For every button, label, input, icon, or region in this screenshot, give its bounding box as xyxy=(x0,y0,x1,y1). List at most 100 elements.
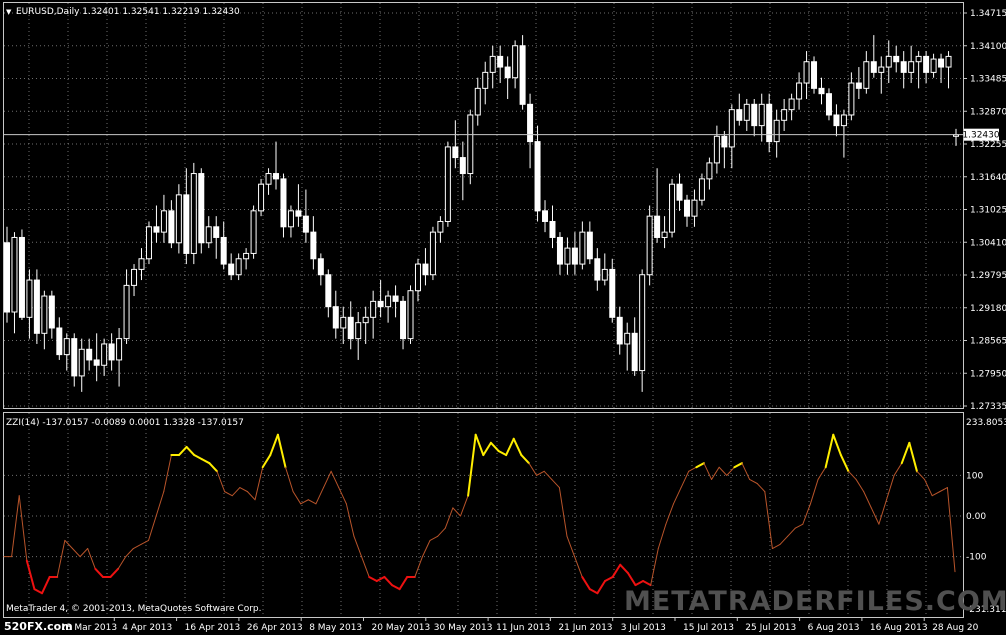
candle[interactable] xyxy=(482,61,489,105)
candle[interactable] xyxy=(56,317,63,360)
candle[interactable] xyxy=(414,258,421,302)
candle[interactable] xyxy=(400,296,407,350)
candle[interactable] xyxy=(542,200,549,233)
candle[interactable] xyxy=(504,56,511,100)
candle[interactable] xyxy=(452,120,459,169)
candle[interactable] xyxy=(953,128,959,146)
candle[interactable] xyxy=(205,216,212,249)
candle[interactable] xyxy=(527,93,534,169)
candle[interactable] xyxy=(168,200,175,249)
candle[interactable] xyxy=(609,258,616,323)
candle[interactable] xyxy=(123,269,130,344)
candle[interactable] xyxy=(295,184,302,227)
candle[interactable] xyxy=(265,168,272,195)
candle[interactable] xyxy=(833,104,840,137)
candle[interactable] xyxy=(332,290,339,339)
candle[interactable] xyxy=(459,141,466,201)
candle[interactable] xyxy=(444,141,451,227)
candle[interactable] xyxy=(198,168,205,254)
candle[interactable] xyxy=(347,301,354,350)
candlestick-series[interactable] xyxy=(4,35,959,392)
candle[interactable] xyxy=(556,232,563,275)
candle[interactable] xyxy=(908,45,915,84)
candle[interactable] xyxy=(512,40,519,89)
candle[interactable] xyxy=(41,290,48,350)
candle[interactable] xyxy=(273,141,280,190)
candle[interactable] xyxy=(938,53,945,84)
candle[interactable] xyxy=(519,35,526,110)
candle[interactable] xyxy=(825,88,832,121)
candle[interactable] xyxy=(654,168,661,243)
candle[interactable] xyxy=(183,168,190,265)
candle[interactable] xyxy=(616,306,623,355)
candle[interactable] xyxy=(317,253,324,286)
candle[interactable] xyxy=(116,327,123,387)
candle[interactable] xyxy=(564,237,571,275)
candle[interactable] xyxy=(497,45,504,84)
header-dropdown-icon[interactable]: ▼ xyxy=(6,8,12,16)
candle[interactable] xyxy=(93,333,100,382)
candle[interactable] xyxy=(900,51,907,89)
candle[interactable] xyxy=(534,125,541,222)
candle[interactable] xyxy=(870,35,877,78)
candle[interactable] xyxy=(422,248,429,286)
candle[interactable] xyxy=(788,93,795,121)
candle[interactable] xyxy=(676,173,683,211)
candle[interactable] xyxy=(624,322,631,371)
candle[interactable] xyxy=(108,333,115,371)
candle[interactable] xyxy=(467,109,474,185)
candle[interactable] xyxy=(855,67,862,100)
candle[interactable] xyxy=(220,221,227,270)
candle[interactable] xyxy=(437,216,444,243)
candle[interactable] xyxy=(840,109,847,158)
candle[interactable] xyxy=(489,45,496,89)
candle[interactable] xyxy=(18,229,25,320)
candle[interactable] xyxy=(728,104,735,169)
candle[interactable] xyxy=(661,216,668,249)
candle[interactable] xyxy=(101,338,108,376)
candle[interactable] xyxy=(153,205,160,243)
candle[interactable] xyxy=(796,72,803,110)
candle[interactable] xyxy=(11,232,18,334)
candle[interactable] xyxy=(71,333,78,387)
candle[interactable] xyxy=(474,77,481,126)
candle[interactable] xyxy=(213,216,220,259)
candle[interactable] xyxy=(138,248,145,281)
candle[interactable] xyxy=(646,205,653,286)
candle[interactable] xyxy=(429,226,436,281)
candle[interactable] xyxy=(549,205,556,249)
candle[interactable] xyxy=(377,280,384,318)
candle[interactable] xyxy=(310,216,317,270)
candle[interactable] xyxy=(33,269,40,344)
candle[interactable] xyxy=(392,285,399,318)
candle[interactable] xyxy=(766,93,773,153)
candle[interactable] xyxy=(340,306,347,344)
candle[interactable] xyxy=(683,194,690,227)
candle[interactable] xyxy=(863,51,870,94)
candle[interactable] xyxy=(571,232,578,275)
candle[interactable] xyxy=(848,72,855,121)
candle[interactable] xyxy=(781,99,788,131)
candle[interactable] xyxy=(287,205,294,238)
candle[interactable] xyxy=(250,205,257,259)
candle[interactable] xyxy=(706,157,713,190)
candle[interactable] xyxy=(370,290,377,339)
candle[interactable] xyxy=(131,264,138,297)
candle[interactable] xyxy=(362,306,369,344)
candle[interactable] xyxy=(669,178,676,238)
candle[interactable] xyxy=(751,99,758,137)
candle[interactable] xyxy=(63,333,70,371)
candle[interactable] xyxy=(175,184,182,254)
candle[interactable] xyxy=(885,40,892,84)
candle[interactable] xyxy=(190,162,197,265)
candle[interactable] xyxy=(878,56,885,94)
candle[interactable] xyxy=(773,109,780,158)
candle[interactable] xyxy=(601,253,608,286)
candle[interactable] xyxy=(243,248,250,270)
candle[interactable] xyxy=(26,269,33,339)
candle[interactable] xyxy=(631,317,638,376)
candle[interactable] xyxy=(86,338,93,371)
candle[interactable] xyxy=(160,194,167,243)
candle[interactable] xyxy=(915,51,922,89)
candle[interactable] xyxy=(48,290,55,339)
